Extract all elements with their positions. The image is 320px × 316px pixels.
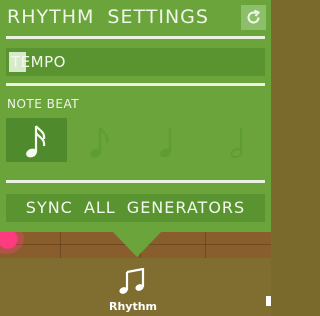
divider	[6, 83, 265, 86]
beat-option-quarter[interactable]	[138, 118, 199, 162]
beat-option-sixteenth[interactable]	[6, 118, 67, 162]
divider	[6, 36, 265, 39]
grid-line	[60, 230, 61, 258]
quarter-note-icon	[159, 128, 171, 158]
next-tab-edge[interactable]	[266, 296, 271, 306]
rhythm-settings-panel: RHYTHM SETTINGS TEMPO NOTE BEAT SYNC ALL…	[0, 0, 271, 232]
popover-arrow	[112, 231, 162, 257]
sixteenth-note-icon	[25, 125, 45, 158]
half-note-icon	[229, 128, 243, 159]
music-note-icon	[119, 268, 145, 294]
eighth-note-icon	[89, 127, 109, 158]
beat-option-half[interactable]	[206, 118, 267, 162]
tab-rhythm-label: Rhythm	[108, 300, 158, 313]
sync-all-generators-button[interactable]: SYNC ALL GENERATORS	[6, 194, 265, 222]
panel-title: RHYTHM SETTINGS	[7, 6, 209, 28]
beat-option-eighth[interactable]	[70, 118, 131, 162]
refresh-icon	[247, 9, 261, 24]
tempo-label: TEMPO	[11, 53, 66, 71]
note-beat-label: NOTE BEAT	[7, 97, 80, 111]
divider	[6, 180, 265, 183]
grid-line	[205, 230, 206, 258]
tempo-field[interactable]: TEMPO	[6, 48, 265, 76]
refresh-button[interactable]	[241, 5, 266, 30]
tab-rhythm[interactable]: Rhythm	[95, 262, 171, 314]
